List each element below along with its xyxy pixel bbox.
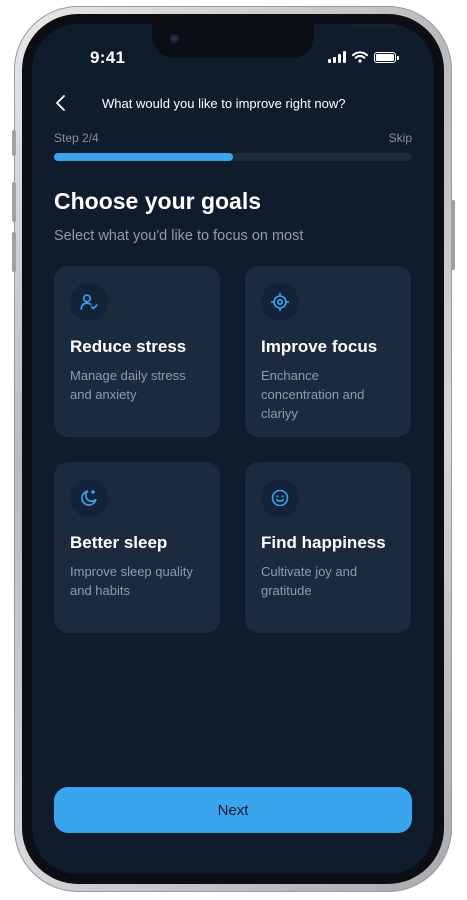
moon-icon — [81, 489, 97, 506]
back-chevron-icon[interactable] — [52, 92, 70, 114]
volume-down-button — [12, 232, 16, 272]
goal-card-reduce-stress[interactable]: Reduce stress Manage daily stress and an… — [54, 266, 220, 437]
speaker-grille — [350, 24, 418, 28]
goal-card-better-sleep[interactable]: Better sleep Improve sleep quality and h… — [54, 462, 220, 633]
goal-card-improve-focus[interactable]: Improve focus Enchance concentration and… — [245, 266, 411, 437]
goal-description: Manage daily stress and anxiety — [70, 368, 186, 402]
goal-icon-container — [261, 283, 299, 321]
progress-fill — [54, 153, 233, 161]
status-icons — [328, 51, 399, 63]
skip-link[interactable]: Skip — [389, 131, 412, 145]
page-title: Choose your goals — [54, 188, 262, 214]
cellular-signal-icon — [328, 51, 346, 63]
smile-icon — [271, 489, 289, 507]
battery-icon — [374, 51, 399, 63]
goal-card-find-happiness[interactable]: Find happiness Cultivate joy and gratitu… — [245, 462, 411, 633]
power-button — [451, 200, 455, 270]
app-screen: 9:41 What would you like to improve righ… — [32, 24, 434, 874]
step-indicator: Step 2/4 — [54, 131, 99, 145]
user-check-icon — [80, 294, 98, 310]
goal-description: Enchance concentration and clariyy — [261, 368, 365, 421]
goal-icon-container — [70, 479, 108, 517]
status-time: 9:41 — [90, 48, 126, 67]
progress-bar — [54, 153, 412, 161]
goal-title: Improve focus — [261, 337, 378, 356]
goal-icon-container — [70, 283, 108, 321]
page-subtitle: Select what you'd like to focus on most — [54, 228, 304, 244]
wifi-icon — [352, 51, 368, 63]
mute-switch — [12, 130, 16, 156]
target-icon — [270, 292, 290, 312]
volume-up-button — [12, 182, 16, 222]
goal-title: Find happiness — [261, 533, 386, 552]
goal-icon-container — [261, 479, 299, 517]
next-button[interactable]: Next — [54, 787, 412, 833]
goal-title: Reduce stress — [70, 337, 187, 356]
goal-description: Improve sleep quality and habits — [70, 564, 193, 598]
front-camera — [170, 34, 180, 44]
header-title: What would you like to improve right now… — [102, 96, 346, 111]
goal-description: Cultivate joy and gratitude — [261, 564, 358, 598]
goal-title: Better sleep — [70, 533, 168, 552]
